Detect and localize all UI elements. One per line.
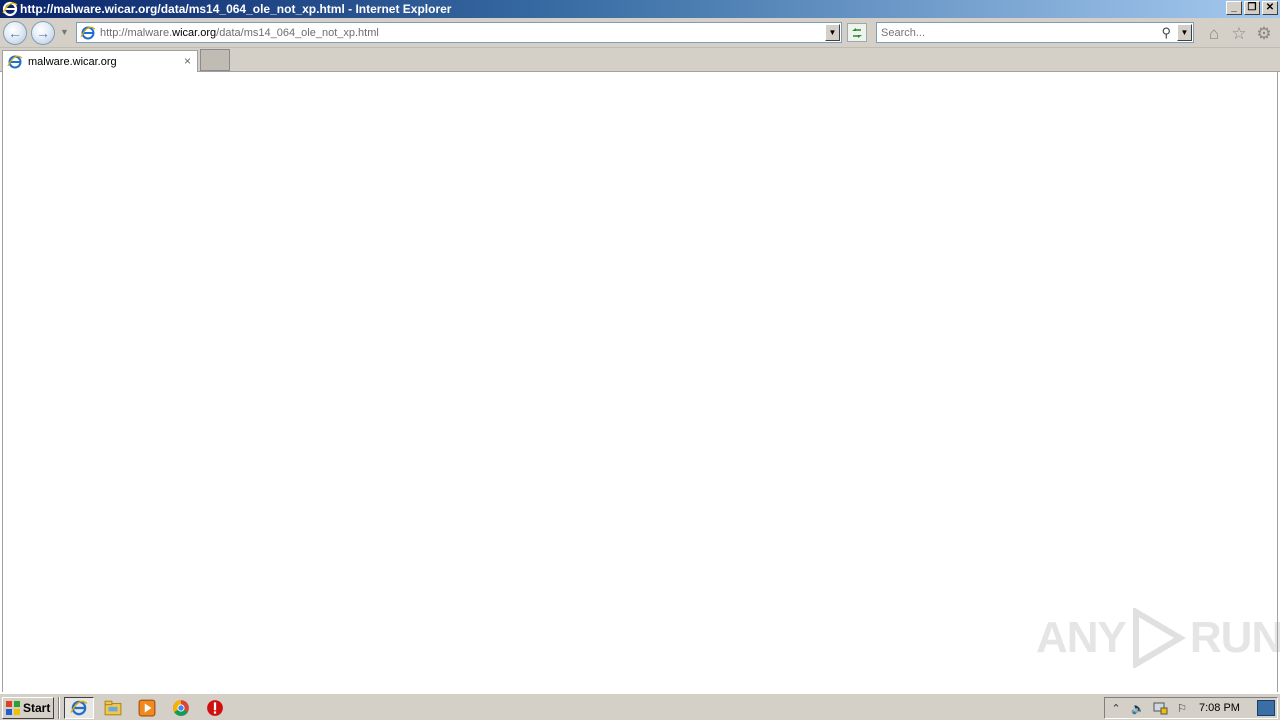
taskbar-separator <box>58 697 60 719</box>
search-box[interactable]: ⚲ ▼ <box>876 22 1194 43</box>
taskbar-internet-explorer[interactable] <box>64 697 94 719</box>
watermark-any: ANY <box>1036 613 1127 662</box>
window-controls: _ ❐ ✕ <box>1226 1 1278 15</box>
refresh-button[interactable] <box>847 23 867 42</box>
taskbar-explorer[interactable] <box>98 697 128 719</box>
system-tray: ⌃ 🔈 ⚐ 7:08 PM <box>1104 697 1278 719</box>
window-title: http://malware.wicar.org/data/ms14_064_o… <box>20 2 452 16</box>
ie-logo-icon <box>2 1 18 17</box>
restore-button[interactable]: ❐ <box>1244 1 1260 15</box>
recent-pages-dropdown-icon[interactable]: ▼ <box>60 27 69 37</box>
search-provider-dropdown[interactable]: ▼ <box>1177 24 1192 41</box>
start-button[interactable]: Start <box>2 697 54 719</box>
address-url[interactable]: http://malware.wicar.org/data/ms14_064_o… <box>100 27 379 39</box>
show-desktop-button[interactable] <box>1257 700 1275 716</box>
back-button[interactable]: ← <box>3 21 27 45</box>
url-path: /data/ms14_064_ole_not_xp.html <box>216 26 379 39</box>
ie-page-icon <box>7 55 23 68</box>
clock[interactable]: 7:08 PM <box>1199 702 1240 714</box>
taskbar-media-player[interactable] <box>132 697 162 719</box>
url-domain: wicar.org <box>172 26 217 39</box>
minimize-button[interactable]: _ <box>1226 1 1242 15</box>
taskbar-chrome[interactable] <box>166 697 196 719</box>
internet-explorer-icon <box>70 700 88 716</box>
tab-bar: malware.wicar.org × <box>0 48 1280 72</box>
search-input[interactable] <box>881 26 1151 39</box>
taskbar: Start ⌃ 🔈 ⚐ 7:08 PM <box>0 692 1280 720</box>
new-tab-button[interactable] <box>200 49 230 71</box>
page-content[interactable] <box>2 72 1278 692</box>
navigation-bar: ← → ▼ http://malware.wicar.org/data/ms14… <box>0 18 1280 48</box>
media-player-icon <box>138 699 156 717</box>
show-hidden-icon[interactable]: ⌃ <box>1105 699 1127 717</box>
ie-page-icon <box>80 26 96 39</box>
taskbar-stop-app[interactable] <box>200 697 230 719</box>
favorites-icon[interactable]: ☆ <box>1229 24 1249 44</box>
tab-close-icon[interactable]: × <box>184 54 191 68</box>
address-bar[interactable]: http://malware.wicar.org/data/ms14_064_o… <box>76 22 842 43</box>
play-logo-icon <box>1132 608 1186 668</box>
network-icon[interactable] <box>1149 699 1171 717</box>
url-prefix: http://malware. <box>100 26 173 39</box>
chrome-icon <box>173 700 189 716</box>
close-button[interactable]: ✕ <box>1262 1 1278 15</box>
title-bar[interactable]: http://malware.wicar.org/data/ms14_064_o… <box>0 0 1280 18</box>
watermark-run: RUN <box>1189 613 1280 662</box>
start-label: Start <box>23 701 51 715</box>
windows-logo-icon <box>6 701 20 715</box>
explorer-folder-icon <box>104 700 122 716</box>
action-center-flag-icon[interactable]: ⚐ <box>1171 699 1193 717</box>
tab-malware-wicar[interactable]: malware.wicar.org × <box>2 50 198 72</box>
tab-label: malware.wicar.org <box>28 55 117 68</box>
tools-gear-icon[interactable]: ⚙ <box>1254 24 1274 44</box>
refresh-icon <box>852 27 862 38</box>
anyrun-watermark: ANY RUN <box>1036 608 1280 668</box>
search-icon[interactable]: ⚲ <box>1161 25 1171 41</box>
address-dropdown-button[interactable]: ▼ <box>825 24 840 41</box>
forward-button[interactable]: → <box>31 21 55 45</box>
stop-icon <box>207 700 223 716</box>
volume-icon[interactable]: 🔈 <box>1127 699 1149 717</box>
home-icon[interactable]: ⌂ <box>1204 24 1224 44</box>
